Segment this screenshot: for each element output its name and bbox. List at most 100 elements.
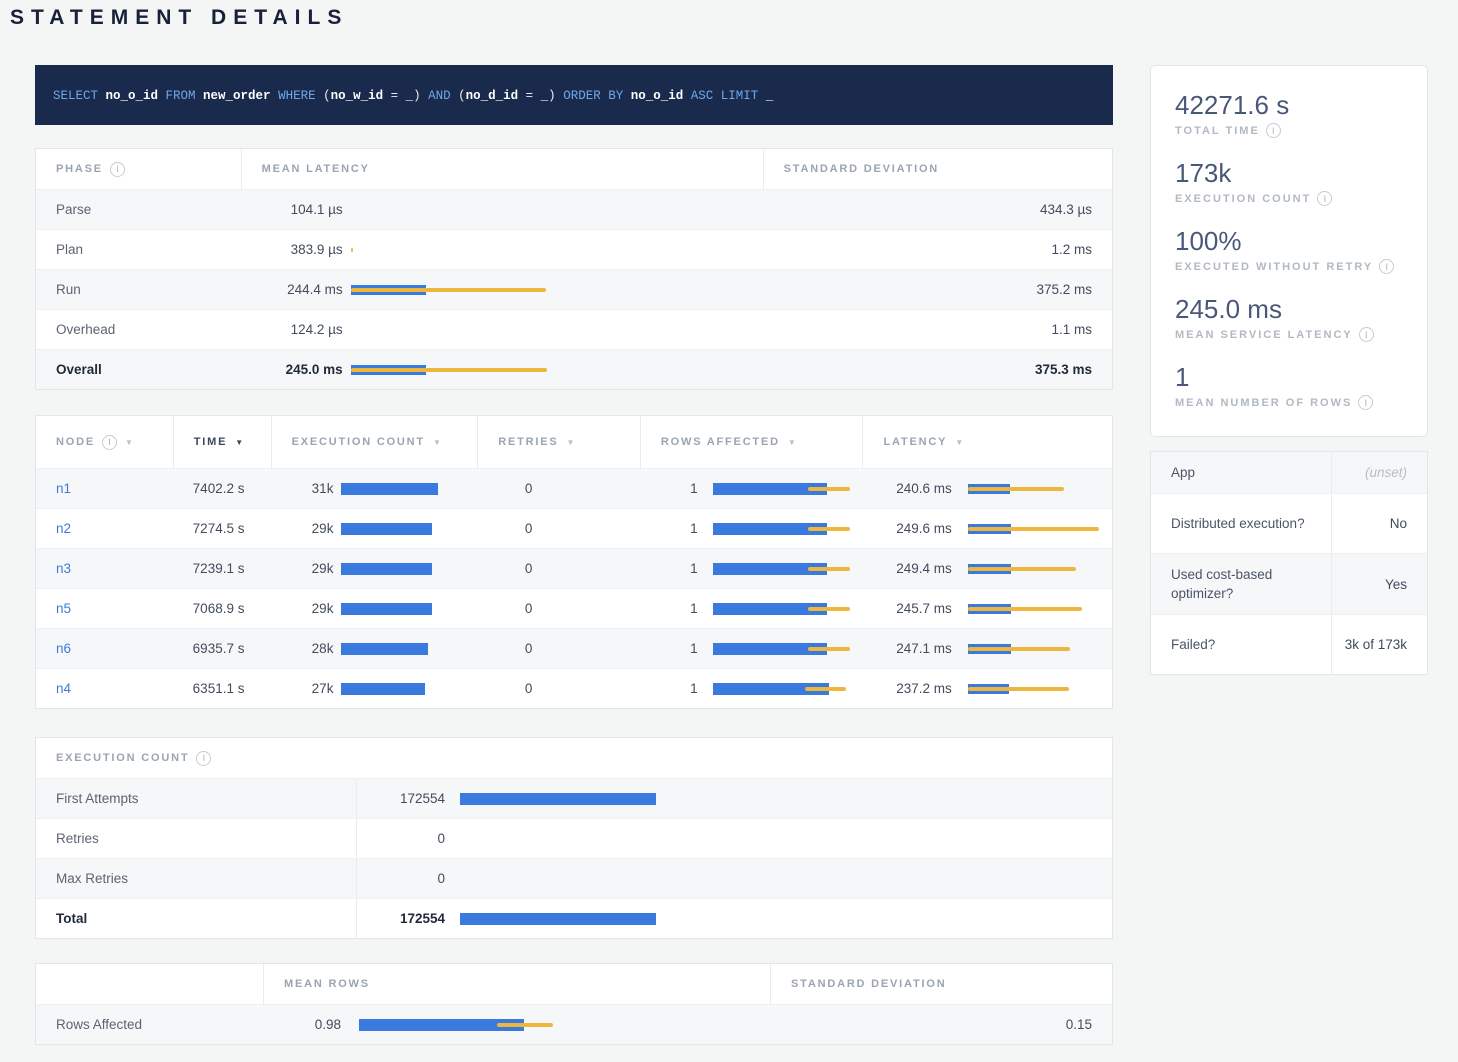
- info-icon[interactable]: i: [110, 162, 125, 177]
- retries-value: 0: [477, 521, 640, 536]
- info-icon[interactable]: i: [102, 435, 117, 450]
- rows-affected-bar: [713, 563, 853, 575]
- count-value: 0: [365, 831, 445, 846]
- latency-bar: [968, 643, 1112, 655]
- node-link[interactable]: n2: [56, 521, 71, 536]
- node-stats-table: Node i ▼ Time▼ Execution Count▼ Retries▼…: [35, 415, 1113, 709]
- count-value: 172554: [365, 911, 445, 926]
- info-icon[interactable]: i: [1317, 191, 1332, 206]
- node-row: n5 7068.9 s 29k 0 1 245.7 ms: [36, 588, 1112, 628]
- stddev-value: 375.3 ms: [763, 362, 1112, 377]
- table-row-overhead: Overhead 124.2 µs 1.1 ms: [36, 309, 1112, 349]
- stat-value: 42271.6 s: [1175, 90, 1403, 120]
- table-row-rows-affected: Rows Affected 0.98 0.15: [36, 1004, 1112, 1044]
- table-row-first-attempts: First Attempts 172554: [36, 778, 1112, 818]
- row-label: Rows Affected: [36, 1017, 263, 1032]
- column-header-label: Standard Deviation: [784, 163, 939, 175]
- stddev-value: 0.15: [770, 1017, 1112, 1032]
- rows-affected-value: 1: [648, 641, 698, 656]
- summary-stats-card: 42271.6 s Total Timei 173k Execution Cou…: [1150, 65, 1428, 437]
- sql-token: = _): [383, 89, 428, 103]
- execution-count-bar: [341, 483, 441, 495]
- column-header-mean-rows: Mean Rows: [263, 964, 770, 1004]
- mean-latency-value: 245.0 ms: [261, 362, 343, 377]
- detail-value: (unset): [1331, 452, 1427, 493]
- stat-label: Mean Number of Rows i: [1175, 395, 1403, 410]
- info-icon[interactable]: i: [1266, 123, 1281, 138]
- info-icon[interactable]: i: [1358, 395, 1373, 410]
- stddev-value: 434.3 µs: [763, 202, 1112, 217]
- info-icon[interactable]: i: [196, 751, 211, 766]
- info-icon[interactable]: i: [1359, 327, 1374, 342]
- time-value: 7068.9 s: [173, 601, 271, 616]
- rows-affected-value: 1: [648, 601, 698, 616]
- sql-token: = _): [518, 89, 563, 103]
- detail-label: App: [1151, 452, 1331, 493]
- retries-value: 0: [477, 681, 640, 696]
- node-link[interactable]: n4: [56, 681, 71, 696]
- column-header-retries[interactable]: Retries▼: [477, 416, 640, 468]
- column-header-rows-affected[interactable]: Rows Affected ▼: [640, 416, 863, 468]
- time-value: 7274.5 s: [173, 521, 271, 536]
- column-header-execution-count[interactable]: Execution Count▼: [271, 416, 478, 468]
- sort-arrow-icon: ▼: [788, 438, 796, 447]
- sort-arrow-icon: ▼: [955, 438, 963, 447]
- phase-label: Run: [36, 282, 241, 297]
- section-title: Execution Count i: [36, 751, 211, 766]
- rows-affected-bar: [713, 483, 853, 495]
- stat-value: 173k: [1175, 158, 1403, 188]
- latency-bar: [351, 244, 551, 256]
- rows-affected-value: 1: [648, 521, 698, 536]
- stddev-value: 375.2 ms: [763, 282, 1112, 297]
- stat-total-time: 42271.6 s Total Timei: [1175, 90, 1403, 138]
- sql-token: ASC LIMIT: [691, 89, 766, 103]
- rows-affected-value: 1: [648, 561, 698, 576]
- stat-label-text: Mean Service Latency: [1175, 329, 1353, 341]
- sql-token: WHERE: [278, 89, 323, 103]
- sort-arrow-icon: ▼: [566, 438, 574, 447]
- stat-mean-service-latency: 245.0 ms Mean Service Latencyi: [1175, 294, 1403, 342]
- time-value: 6351.1 s: [173, 681, 271, 696]
- node-row: n2 7274.5 s 29k 0 1 249.6 ms: [36, 508, 1112, 548]
- sql-token: ORDER BY: [563, 89, 631, 103]
- execution-count-value: 29k: [278, 601, 333, 616]
- stat-value: 1: [1175, 362, 1403, 392]
- phase-label: Overall: [36, 362, 241, 377]
- sql-token: no_d_id: [466, 89, 519, 103]
- stat-label-text: Mean Number of Rows: [1175, 397, 1352, 409]
- latency-bar: [351, 204, 551, 216]
- column-header-time[interactable]: Time▼: [173, 416, 271, 468]
- retries-value: 0: [477, 561, 640, 576]
- time-value: 7239.1 s: [173, 561, 271, 576]
- rows-affected-bar: [713, 643, 853, 655]
- node-link[interactable]: n5: [56, 601, 71, 616]
- detail-row-distributed-execution: Distributed execution? No: [1151, 493, 1427, 553]
- stat-mean-number-of-rows: 1 Mean Number of Rows i: [1175, 362, 1403, 410]
- count-value: 0: [365, 871, 445, 886]
- stddev-value: 1.1 ms: [763, 322, 1112, 337]
- info-icon[interactable]: i: [1379, 259, 1394, 274]
- stat-label-text: Executed Without Retry: [1175, 261, 1373, 273]
- stat-executed-without-retry: 100% Executed Without Retryi: [1175, 226, 1403, 274]
- latency-value: 247.1 ms: [870, 641, 952, 656]
- table-row-retries: Retries 0: [36, 818, 1112, 858]
- latency-bar: [351, 284, 551, 296]
- node-row: n1 7402.2 s 31k 0 1 240.6 ms: [36, 468, 1112, 508]
- rows-affected-header: Mean Rows Standard Deviation: [36, 964, 1112, 1004]
- latency-value: 249.4 ms: [870, 561, 952, 576]
- column-header-label: Rows Affected: [661, 436, 780, 448]
- mean-latency-value: 383.9 µs: [261, 242, 343, 257]
- column-header-label: Phase: [56, 163, 103, 175]
- column-header-node[interactable]: Node i ▼: [36, 435, 173, 450]
- stat-execution-count: 173k Execution Counti: [1175, 158, 1403, 206]
- detail-row-failed: Failed? 3k of 173k: [1151, 614, 1427, 674]
- column-header-latency[interactable]: Latency▼: [862, 416, 1112, 468]
- retries-value: 0: [477, 481, 640, 496]
- retries-value: 0: [477, 641, 640, 656]
- sql-token: AND: [428, 89, 458, 103]
- node-link[interactable]: n3: [56, 561, 71, 576]
- node-link[interactable]: n1: [56, 481, 71, 496]
- table-row-total: Total 172554: [36, 898, 1112, 938]
- node-link[interactable]: n6: [56, 641, 71, 656]
- node-row: n3 7239.1 s 29k 0 1 249.4 ms: [36, 548, 1112, 588]
